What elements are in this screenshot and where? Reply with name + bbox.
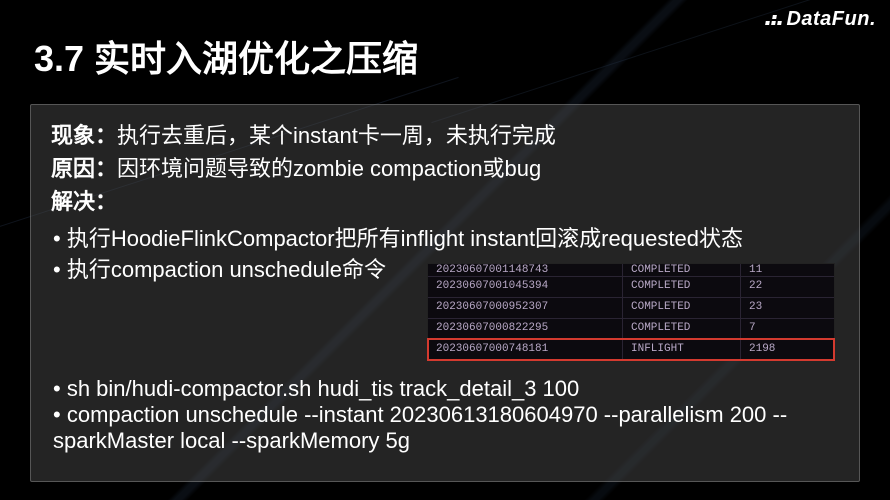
table-row: 20230607001045394 COMPLETED 22 [428,276,834,297]
table-row: 20230607000822295 COMPLETED 7 [428,318,834,339]
cell-count: 22 [741,277,834,297]
cell-status: COMPLETED [623,277,741,297]
phenomenon-row: 现象：执行去重后，某个instant卡一周，未执行完成 [51,119,839,152]
cell-status: COMPLETED [623,264,741,276]
brand-logo-icon [766,15,784,25]
cell-status: INFLIGHT [623,340,741,360]
phenomenon-label: 现象： [51,123,117,148]
table-row: 20230607000952307 COMPLETED 23 [428,297,834,318]
solution-label: 解决： [51,189,117,214]
cell-instant: 20230607000952307 [428,298,623,318]
solution-row: 解决： [51,185,839,218]
command-item: sh bin/hudi-compactor.sh hudi_tis track_… [51,376,839,402]
cell-count: 2198 [741,340,834,360]
table-row-highlighted: 20230607000748181 INFLIGHT 2198 [428,339,834,360]
cell-instant: 20230607001148743 [428,264,623,276]
cell-instant: 20230607000748181 [428,340,623,360]
brand-logo: DataFun. [766,8,876,31]
instant-status-table: 20230607001148743 COMPLETED 11 202306070… [427,263,835,361]
cause-label: 原因： [51,156,117,181]
cell-status: COMPLETED [623,319,741,339]
cause-row: 原因：因环境问题导致的zombie compaction或bug [51,152,839,185]
cell-instant: 20230607001045394 [428,277,623,297]
brand-text: DataFun. [786,8,876,31]
cell-instant: 20230607000822295 [428,319,623,339]
slide-title: 3.7 实时入湖优化之压缩 [34,30,418,82]
cause-text: 因环境问题导致的zombie compaction或bug [117,156,541,181]
cell-count: 23 [741,298,834,318]
bullet-item: 执行HoodieFlinkCompactor把所有inflight instan… [51,224,839,255]
phenomenon-text: 执行去重后，某个instant卡一周，未执行完成 [117,123,556,148]
command-list: sh bin/hudi-compactor.sh hudi_tis track_… [51,376,839,454]
cell-status: COMPLETED [623,298,741,318]
table-row: 20230607001148743 COMPLETED 11 [428,264,834,276]
cell-count: 11 [741,264,834,276]
command-item: compaction unschedule --instant 20230613… [51,402,839,454]
cell-count: 7 [741,319,834,339]
content-panel: 现象：执行去重后，某个instant卡一周，未执行完成 原因：因环境问题导致的z… [30,104,860,482]
